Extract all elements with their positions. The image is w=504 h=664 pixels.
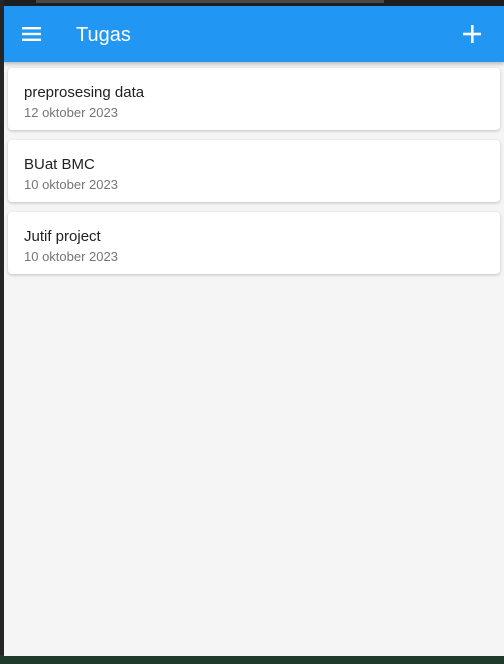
plus-icon — [463, 25, 481, 43]
task-date: 10 oktober 2023 — [24, 249, 118, 264]
task-list: preprosesing data 12 oktober 2023 BUat B… — [8, 68, 500, 284]
task-card[interactable]: BUat BMC 10 oktober 2023 — [8, 140, 500, 202]
menu-icon — [22, 27, 41, 41]
task-name: Jutif project — [24, 228, 101, 245]
task-name: preprosesing data — [24, 84, 145, 101]
menu-button[interactable] — [18, 20, 46, 48]
task-card[interactable]: preprosesing data 12 oktober 2023 — [8, 68, 500, 130]
task-date: 12 oktober 2023 — [24, 105, 118, 120]
page-title: Tugas — [76, 24, 131, 46]
app-window: Tugas preprosesing data 12 oktober 2023 … — [4, 6, 504, 656]
task-date: 10 oktober 2023 — [24, 177, 118, 192]
window-tab-bar — [36, 0, 384, 3]
task-card[interactable]: Jutif project 10 oktober 2023 — [8, 212, 500, 274]
app-bar: Tugas — [4, 6, 504, 62]
task-name: BUat BMC — [24, 156, 95, 173]
add-task-button[interactable] — [458, 20, 486, 48]
editor-status-bar — [0, 655, 504, 664]
